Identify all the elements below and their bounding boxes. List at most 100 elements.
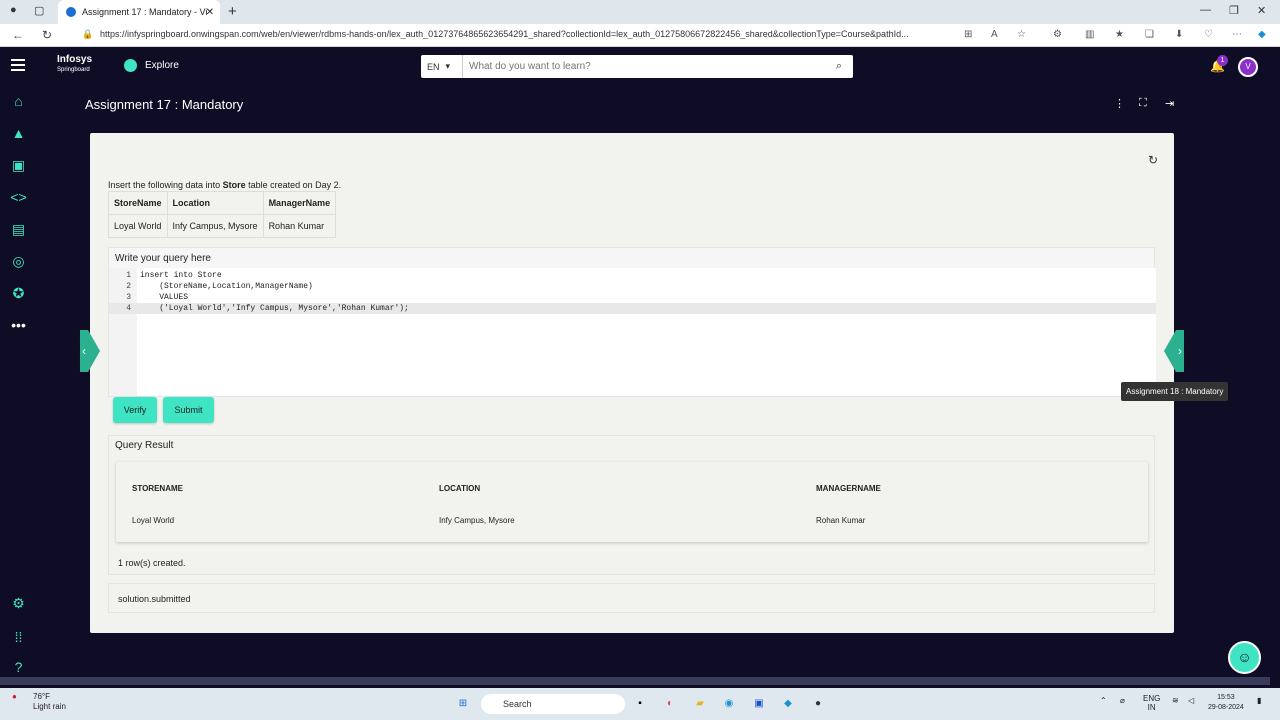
logo-text: Infosys: [57, 54, 93, 65]
copilot-icon[interactable]: ◆: [1258, 29, 1266, 40]
page-title: Assignment 17 : Mandatory: [85, 97, 244, 112]
table-cell: Rohan Kumar: [262, 214, 337, 238]
input-data-table: StoreName Location ManagerName Loyal Wor…: [108, 191, 337, 238]
kebab-menu-icon[interactable]: ⋮: [1114, 97, 1125, 110]
explore-link[interactable]: Explore: [124, 59, 179, 72]
extension-icon[interactable]: ⚙: [1053, 29, 1062, 40]
side-rail: ⌂ ▲ ▣ <> ▤ ◎ ✪ ••• ⚙ ⁞⁞ ?: [0, 47, 37, 687]
taskbar-search[interactable]: Search: [481, 694, 625, 714]
infosys-springboard-logo[interactable]: Infosys Springboard: [57, 55, 92, 75]
avatar[interactable]: V: [1238, 57, 1258, 77]
app-icon[interactable]: ●: [810, 696, 826, 712]
tab-title: Assignment 17 : Mandatory - Vi: [82, 7, 208, 17]
favorites-icon[interactable]: ★: [1115, 29, 1124, 40]
chat-icon[interactable]: ▤: [10, 221, 27, 238]
url-field[interactable]: https://infyspringboard.onwingspan.com/w…: [100, 29, 950, 39]
code-line[interactable]: 4 ('Loyal World','Infy Campus, Mysore','…: [109, 303, 1156, 314]
chatbot-icon[interactable]: ☺: [1228, 641, 1261, 674]
language-value: EN: [427, 61, 440, 72]
community-icon[interactable]: ✪: [10, 285, 27, 302]
query-result-panel: Query Result STORENAME LOCATION MANAGERN…: [108, 435, 1155, 575]
browser-essentials-icon[interactable]: ♡: [1204, 29, 1213, 40]
table-header: ManagerName: [262, 191, 337, 215]
table-header: StoreName: [108, 191, 168, 215]
weather-widget[interactable]: ● 76°F Light rain: [12, 692, 66, 711]
vscode-icon[interactable]: ◆: [780, 696, 796, 712]
editor-label: Write your query here: [115, 253, 211, 264]
browser-tab-bar: ● ▢ Assignment 17 : Mandatory - Vi ✕ + —…: [0, 0, 1280, 24]
code-text: insert into Store: [140, 271, 222, 280]
notification-center-icon[interactable]: ▮: [1257, 696, 1261, 705]
more-icon[interactable]: •••: [10, 317, 27, 334]
collections-icon[interactable]: ❏: [1145, 29, 1154, 40]
back-icon[interactable]: ←: [12, 28, 24, 42]
start-icon[interactable]: ⊞: [455, 696, 471, 712]
edge-browser-icon[interactable]: ◉: [721, 696, 737, 712]
horizontal-scrollbar[interactable]: [0, 677, 1270, 685]
clock-time: 15:53: [1217, 694, 1235, 701]
badge-icon[interactable]: ▣: [10, 157, 27, 174]
tab-actions-icon[interactable]: ▢: [34, 4, 44, 17]
line-number: 2: [126, 282, 131, 291]
help-icon[interactable]: ?: [10, 659, 27, 676]
collapse-panel-icon[interactable]: ⇥: [1165, 97, 1174, 110]
code-line[interactable]: 1 insert into Store: [109, 270, 1156, 281]
maximize-icon[interactable]: ❐: [1229, 4, 1239, 17]
code-line[interactable]: 3 VALUES: [109, 292, 1156, 303]
code-text: (StoreName,Location,ManagerName): [140, 282, 313, 291]
weather-icon: ●: [12, 692, 17, 701]
task-view-icon[interactable]: ▪: [632, 696, 648, 712]
browser-tab[interactable]: Assignment 17 : Mandatory - Vi ✕: [58, 0, 220, 24]
chevron-down-icon: ▾: [445, 61, 451, 71]
submit-button[interactable]: Submit: [163, 397, 214, 423]
table-cell: Loyal World: [108, 214, 168, 238]
hamburger-menu-icon[interactable]: [11, 59, 25, 71]
compass-icon: [124, 59, 137, 72]
show-hidden-icons[interactable]: ⌃: [1100, 696, 1107, 705]
window-close-icon[interactable]: ✕: [1257, 4, 1266, 17]
wifi-icon[interactable]: ≋: [1172, 696, 1179, 705]
code-line[interactable]: 2 (StoreName,Location,ManagerName): [109, 281, 1156, 292]
navigate-icon[interactable]: ▲: [10, 125, 27, 142]
store-icon[interactable]: ▣: [751, 696, 767, 712]
refresh-icon[interactable]: ↻: [1148, 153, 1158, 167]
logo-subtext: Springboard: [57, 67, 90, 73]
intro-table-name: Store: [222, 180, 246, 190]
minimize-icon[interactable]: —: [1200, 4, 1211, 16]
fullscreen-icon[interactable]: ⛶: [1139, 97, 1147, 110]
intro-suffix: table created on Day 2.: [245, 180, 342, 190]
downloads-icon[interactable]: ⬇: [1175, 29, 1183, 40]
volume-icon[interactable]: ◁: [1188, 696, 1194, 705]
file-explorer-icon[interactable]: ▰: [692, 696, 708, 712]
notification-badge: 1: [1217, 55, 1228, 66]
more-menu-icon[interactable]: ⋯: [1232, 29, 1242, 40]
system-clock[interactable]: 15:53 29-08-2024: [1208, 693, 1244, 713]
code-editor[interactable]: 1 insert into Store 2 (StoreName,Location…: [109, 268, 1156, 396]
app-install-icon[interactable]: ⊞: [964, 29, 972, 40]
new-tab-icon[interactable]: +: [228, 3, 237, 20]
apps-grid-icon[interactable]: ⁞⁞: [10, 629, 27, 646]
reload-icon[interactable]: ↻: [42, 28, 52, 42]
verify-button[interactable]: Verify: [113, 397, 157, 423]
result-cell: Rohan Kumar: [816, 516, 866, 525]
network-status-icon[interactable]: ⌀: [1120, 696, 1125, 705]
language-select[interactable]: EN ▾: [421, 55, 463, 78]
taskbar-search-label: Search: [503, 699, 532, 709]
favorite-star-icon[interactable]: ☆: [1017, 29, 1026, 40]
home-icon[interactable]: ⌂: [10, 93, 27, 110]
search-icon[interactable]: ⌕: [825, 60, 853, 73]
settings-icon[interactable]: ⚙: [10, 595, 27, 612]
lock-icon[interactable]: 🔒: [82, 29, 93, 40]
profile-icon[interactable]: ●: [10, 4, 17, 16]
clock-date: 29-08-2024: [1208, 704, 1244, 711]
read-aloud-icon[interactable]: A: [991, 29, 998, 40]
windows-taskbar: ● 76°F Light rain ⊞ Search ▪ ◐ ▰ ◉ ▣ ◆ ●…: [0, 688, 1280, 720]
line-number: 3: [126, 293, 131, 302]
language-indicator[interactable]: ENG IN: [1143, 694, 1160, 712]
split-screen-icon[interactable]: ▥: [1085, 29, 1094, 40]
code-icon[interactable]: <>: [10, 189, 27, 206]
tab-close-icon[interactable]: ✕: [206, 7, 214, 18]
target-icon[interactable]: ◎: [10, 253, 27, 270]
copilot-app-icon[interactable]: ◐: [662, 696, 678, 712]
search-input[interactable]: [463, 61, 825, 72]
